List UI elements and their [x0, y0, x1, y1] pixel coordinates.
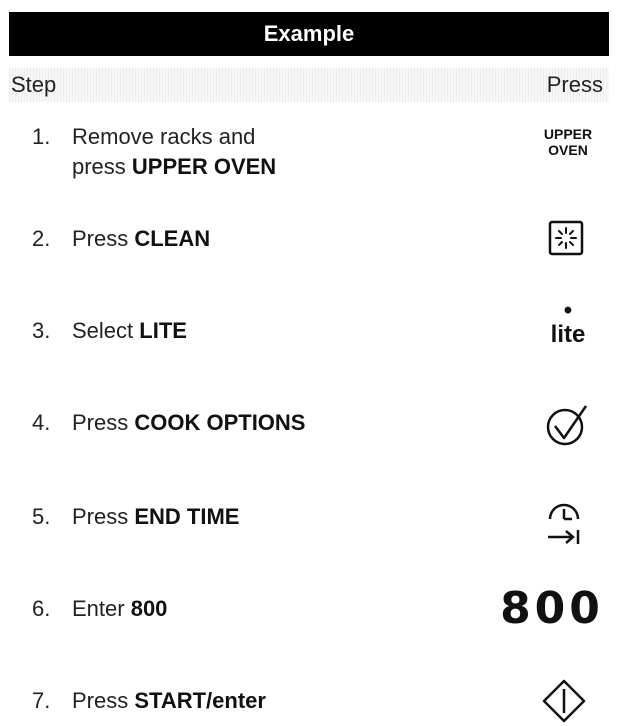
step-number: 1.	[32, 124, 51, 149]
step-number: 2.	[32, 226, 51, 251]
clean-sparkle-icon	[546, 218, 586, 258]
step-text-key: 800	[130, 596, 168, 621]
step-text-key: CLEAN	[134, 226, 211, 251]
check-circle-icon	[542, 400, 592, 450]
clock-end-arrow-icon	[540, 496, 588, 550]
title-text: Example	[263, 21, 355, 46]
step-text-prefix: Enter	[72, 596, 131, 621]
step-5: 5. Press END TIME	[32, 502, 239, 532]
step-text-prefix: Press	[72, 688, 135, 713]
step-7: 7. Press START/enter	[32, 686, 266, 716]
step-text-key: UPPER OVEN	[131, 154, 277, 179]
table-header: Step Press	[9, 68, 609, 102]
header-press: Press	[546, 72, 603, 97]
header-step: Step	[11, 72, 57, 97]
step-text: Press COOK OPTIONS	[72, 408, 305, 438]
step-number: 7.	[32, 688, 51, 713]
step-3: 3. Select LITE	[32, 316, 187, 346]
step-number: 6.	[32, 596, 51, 621]
table-title: Example	[9, 12, 609, 56]
step-number: 3.	[32, 318, 51, 343]
lite-button-icon: • lite	[540, 292, 596, 354]
lite-label: lite	[550, 321, 586, 348]
step-text: Press CLEAN	[72, 224, 210, 254]
upper-oven-line1: UPPER	[543, 126, 593, 142]
step-text: Remove racks and press UPPER OVEN	[72, 122, 276, 182]
step-text-key: LITE	[139, 318, 187, 343]
step-text: Press START/enter	[72, 686, 266, 716]
enter-value: 800	[500, 582, 604, 634]
step-text: Enter 800	[72, 594, 167, 624]
step-text-prefix: Press	[72, 504, 135, 529]
step-text-key: END TIME	[134, 504, 240, 529]
step-text-key: START/enter	[134, 688, 266, 713]
start-diamond-icon	[541, 678, 587, 724]
upper-oven-line2: OVEN	[548, 142, 588, 158]
number-800-display: 800	[490, 580, 614, 636]
upper-oven-button-icon: UPPER OVEN	[538, 124, 598, 160]
step-text: Select LITE	[72, 316, 187, 346]
step-2: 2. Press CLEAN	[32, 224, 210, 254]
step-1: 1. Remove racks and press UPPER OVEN	[32, 122, 276, 182]
step-text: Press END TIME	[72, 502, 239, 532]
step-4: 4. Press COOK OPTIONS	[32, 408, 305, 438]
step-text-prefix: Press	[72, 226, 135, 251]
step-number: 5.	[32, 504, 51, 529]
step-text-prefix: Press	[72, 410, 135, 435]
step-6: 6. Enter 800	[32, 594, 167, 624]
lite-indicator-dot: •	[563, 297, 573, 324]
step-text-prefix: Select	[72, 318, 140, 343]
step-number: 4.	[32, 410, 51, 435]
step-text-line: Remove racks and	[72, 124, 256, 149]
step-text-prefix: press	[72, 154, 132, 179]
step-text-key: COOK OPTIONS	[134, 410, 306, 435]
